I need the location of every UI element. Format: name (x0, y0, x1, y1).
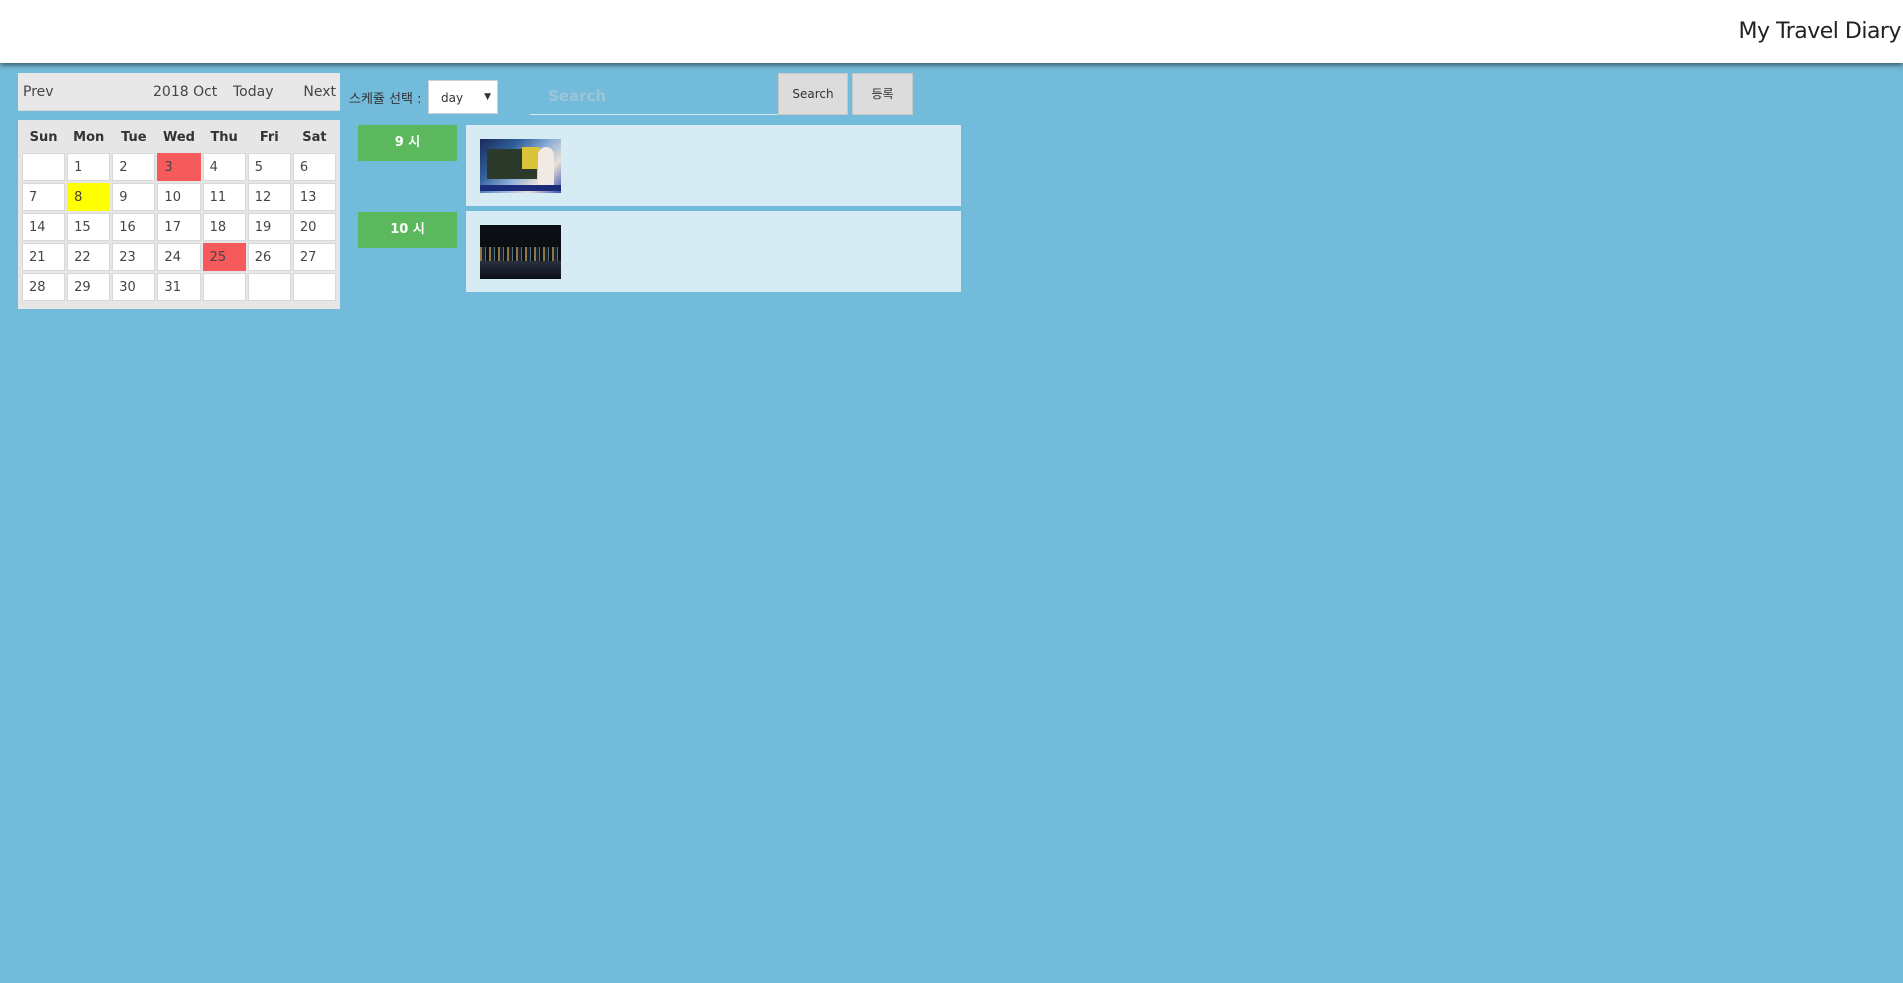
calendar-day[interactable]: 28 (22, 273, 66, 301)
weekday-header: Sat (292, 124, 336, 151)
calendar-day[interactable]: 15 (67, 213, 111, 241)
calendar-day[interactable]: 2 (112, 153, 156, 181)
top-bar: My Travel Diary (0, 0, 1903, 63)
register-button[interactable]: 등록 (852, 73, 913, 115)
calendar-day-empty (22, 153, 66, 181)
hour-badge: 9 시 (358, 125, 457, 161)
calendar-day-empty (292, 273, 336, 301)
calendar-day[interactable]: 27 (292, 243, 336, 271)
calendar-week: 1 2 3 4 5 6 (22, 153, 336, 181)
calendar-day[interactable]: 17 (157, 213, 201, 241)
calendar-day[interactable]: 19 (247, 213, 291, 241)
schedule-select[interactable]: day ▼ (428, 80, 498, 114)
calendar-day[interactable]: 11 (202, 183, 246, 211)
thumbnail-detail (480, 247, 561, 261)
calendar-day-empty (202, 273, 246, 301)
calendar-week: 28 29 30 31 (22, 273, 336, 301)
calendar-day[interactable]: 31 (157, 273, 201, 301)
schedule-select-label: 스케쥴 선택 : (349, 92, 422, 107)
calendar-day[interactable]: 26 (247, 243, 291, 271)
schedule-entry[interactable] (466, 211, 961, 292)
calendar-day[interactable]: 10 (157, 183, 201, 211)
calendar-day-highlighted[interactable]: 25 (202, 243, 246, 271)
calendar-week: 14 15 16 17 18 19 20 (22, 213, 336, 241)
calendar-day[interactable]: 9 (112, 183, 156, 211)
calendar-day[interactable]: 22 (67, 243, 111, 271)
current-month-label: 2018 Oct (153, 84, 218, 100)
search-button[interactable]: Search (778, 73, 848, 115)
caret-down-icon: ▼ (484, 92, 491, 102)
search-input[interactable] (530, 78, 778, 114)
calendar-day[interactable]: 18 (202, 213, 246, 241)
calendar-day[interactable]: 13 (292, 183, 336, 211)
calendar-grid: Sun Mon Tue Wed Thu Fri Sat 1 2 3 4 5 6 … (18, 120, 340, 309)
calendar-day[interactable]: 24 (157, 243, 201, 271)
weekday-header: Fri (247, 124, 291, 151)
calendar-nav: Prev 2018 Oct Today Next (18, 73, 340, 111)
calendar-day[interactable]: 20 (292, 213, 336, 241)
calendar-day[interactable]: 23 (112, 243, 156, 271)
schedule-entry[interactable] (466, 125, 961, 206)
calendar-day[interactable]: 14 (22, 213, 66, 241)
calendar-week: 7 8 9 10 11 12 13 (22, 183, 336, 211)
calendar-day[interactable]: 12 (247, 183, 291, 211)
calendar-day[interactable]: 21 (22, 243, 66, 271)
hour-badge: 10 시 (358, 212, 457, 248)
calendar-week: 21 22 23 24 25 26 27 (22, 243, 336, 271)
weekday-header-row: Sun Mon Tue Wed Thu Fri Sat (22, 124, 336, 151)
calendar-day[interactable]: 1 (67, 153, 111, 181)
calendar-day-highlighted[interactable]: 3 (157, 153, 201, 181)
calendar-day-empty (247, 273, 291, 301)
weekday-header: Sun (22, 124, 66, 151)
search-field (530, 78, 778, 115)
today-button[interactable]: Today (233, 84, 274, 100)
prev-month-button[interactable]: Prev (23, 84, 54, 100)
calendar-day[interactable]: 6 (292, 153, 336, 181)
entry-thumbnail-image[interactable] (480, 225, 561, 279)
thumbnail-detail (538, 147, 554, 187)
calendar-day[interactable]: 16 (112, 213, 156, 241)
schedule-select-value: day (441, 91, 464, 105)
next-month-button[interactable]: Next (303, 84, 336, 100)
calendar-day[interactable]: 5 (247, 153, 291, 181)
weekday-header: Mon (67, 124, 111, 151)
app-title: My Travel Diary (1738, 19, 1902, 44)
calendar-day[interactable]: 29 (67, 273, 111, 301)
calendar-day[interactable]: 4 (202, 153, 246, 181)
calendar-day-today[interactable]: 8 (67, 183, 111, 211)
weekday-header: Thu (202, 124, 246, 151)
thumbnail-detail (480, 185, 561, 191)
weekday-header: Wed (157, 124, 201, 151)
entry-thumbnail-image[interactable] (480, 139, 561, 193)
weekday-header: Tue (112, 124, 156, 151)
calendar-day[interactable]: 30 (112, 273, 156, 301)
calendar-day[interactable]: 7 (22, 183, 66, 211)
thumbnail-detail (480, 261, 561, 279)
